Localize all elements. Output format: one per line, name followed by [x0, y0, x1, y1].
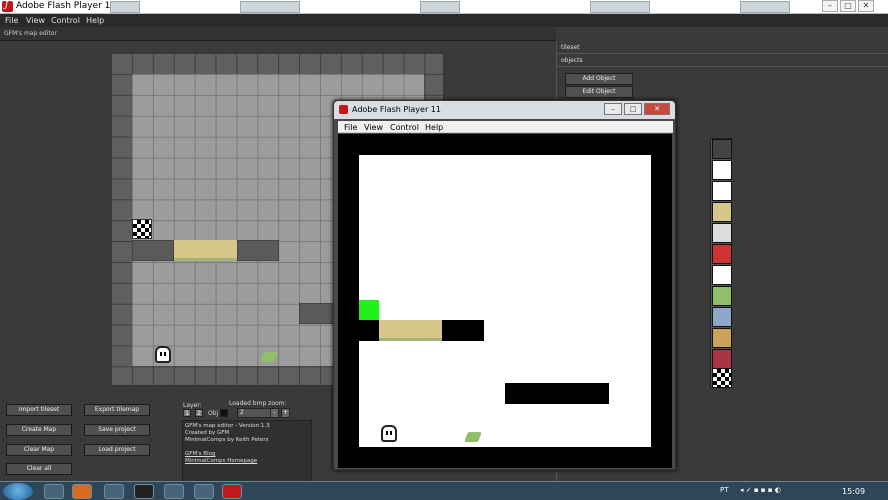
flash-player-icon — [2, 0, 13, 12]
app-header: GFM's map editor — [0, 27, 556, 41]
info-credits: MinimalComps by Keith Peters — [185, 437, 269, 443]
grass-tile[interactable] — [174, 240, 237, 261]
wall-tile[interactable] — [132, 240, 174, 261]
inner-menu-view[interactable]: View — [364, 123, 383, 132]
thumbnail-item — [590, 1, 650, 13]
palette-ghost-tile[interactable] — [712, 265, 732, 285]
inner-menu-help[interactable]: Help — [425, 123, 443, 132]
ghost-sprite — [381, 425, 397, 442]
explorer-icon[interactable] — [44, 484, 64, 499]
divider — [557, 66, 888, 67]
info-spacer — [185, 444, 309, 451]
close-button[interactable]: ✕ — [858, 0, 874, 12]
layer-label: Layer: — [183, 402, 202, 409]
palette-checker-tile[interactable] — [712, 368, 732, 388]
tray-icons[interactable]: ◂ ✓ ▪ ▪ ▪ ◐ — [740, 486, 781, 494]
zoom-plus-button[interactable]: + — [281, 408, 290, 418]
minimalcomps-link[interactable]: MinimalComps Homepage — [185, 458, 309, 465]
language-indicator[interactable]: PT — [720, 486, 729, 494]
inner-maximize-button[interactable]: □ — [624, 103, 642, 115]
thumbnail-item — [240, 1, 300, 13]
menu-view[interactable]: View — [26, 16, 45, 25]
player-block — [359, 300, 379, 320]
inner-close-button[interactable]: ✕ — [644, 103, 670, 115]
thumbnail-item — [110, 1, 140, 13]
palette-red-tile[interactable] — [712, 244, 732, 264]
gfm-blog-link[interactable]: GFM's Blog — [185, 451, 309, 458]
palette-object-tile[interactable] — [712, 349, 732, 369]
clear-map-button[interactable]: Clear Map — [6, 444, 72, 456]
game-preview-window: Adobe Flash Player 11 – □ ✕ File View Co… — [333, 100, 676, 470]
zoom-label: Loaded bmp zoom: — [229, 400, 287, 407]
minimize-button[interactable]: – — [822, 0, 838, 12]
thumbnail-item — [740, 1, 790, 13]
app-icon[interactable] — [194, 484, 214, 499]
taskbar: PT ◂ ✓ ▪ ▪ ▪ ◐ 15:09 — [0, 481, 888, 500]
layer-obj-checkbox[interactable] — [220, 409, 228, 417]
clock[interactable]: 15:09 — [842, 487, 865, 496]
wall-block — [505, 383, 609, 404]
tile-palette — [710, 138, 732, 388]
clear-all-button[interactable]: Clear all — [6, 463, 72, 475]
export-tilemap-button[interactable]: Export tilemap — [84, 404, 150, 416]
layer-2-checkbox[interactable]: 2 — [195, 409, 203, 417]
palette-empty-tile[interactable] — [712, 139, 732, 159]
save-project-button[interactable]: Save project — [84, 424, 150, 436]
flash-taskbar-icon[interactable] — [222, 484, 242, 499]
palette-object-tile[interactable] — [712, 328, 732, 348]
outer-menubar: File View Control Help — [0, 14, 888, 27]
inner-menu-file[interactable]: File — [344, 123, 357, 132]
app-icon[interactable] — [134, 484, 154, 499]
edit-object-button[interactable]: Edit Object — [565, 86, 633, 98]
start-button[interactable] — [3, 483, 33, 500]
wall-tile[interactable] — [237, 240, 279, 261]
objects-label: objects — [561, 57, 583, 64]
palette-spikes-tile[interactable] — [712, 223, 732, 243]
gimp-icon[interactable] — [164, 484, 184, 499]
load-project-button[interactable]: Load project — [84, 444, 150, 456]
info-author: Created by GFM — [185, 430, 230, 436]
menu-file[interactable]: File — [5, 16, 18, 25]
inner-minimize-button[interactable]: – — [604, 103, 622, 115]
checkpoint-tile[interactable] — [132, 219, 152, 239]
app-icon[interactable] — [104, 484, 124, 499]
maximize-button[interactable]: □ — [840, 0, 856, 12]
grass-block — [379, 320, 442, 341]
palette-cross-tile[interactable] — [712, 181, 732, 201]
palette-object-tile[interactable] — [712, 307, 732, 327]
app-title: GFM's map editor — [4, 30, 57, 37]
wall-block — [359, 320, 379, 341]
layer-1-checkbox[interactable]: 1 — [183, 409, 191, 417]
inner-window-title: Adobe Flash Player 11 — [352, 105, 441, 114]
menu-control[interactable]: Control — [51, 16, 80, 25]
inner-menubar: File View Control Help — [338, 121, 673, 133]
palette-arrow-tile[interactable] — [712, 160, 732, 180]
create-map-button[interactable]: Create Map — [6, 424, 72, 436]
game-canvas[interactable] — [338, 134, 672, 468]
ghost-sprite[interactable] — [155, 346, 171, 363]
menu-help[interactable]: Help — [86, 16, 104, 25]
firefox-icon[interactable] — [72, 484, 92, 499]
import-tileset-button[interactable]: Import tileset — [6, 404, 72, 416]
outer-titlebar: Adobe Flash Player 11 – □ ✕ — [0, 0, 888, 14]
palette-grass-tile[interactable] — [712, 202, 732, 222]
info-panel: GFM's map editor - Version 1.3 Created b… — [182, 420, 312, 482]
divider — [557, 53, 888, 54]
wall-block — [442, 320, 484, 341]
inner-menu-control[interactable]: Control — [390, 123, 419, 132]
thumbnail-item — [420, 1, 460, 13]
inner-titlebar[interactable]: Adobe Flash Player 11 – □ ✕ — [334, 101, 675, 119]
zoom-minus-button[interactable]: - — [270, 408, 279, 418]
palette-sprout-tile[interactable] — [712, 286, 732, 306]
tileset-label: tileset — [561, 44, 580, 51]
background-thumbnails — [90, 1, 810, 13]
flash-player-icon — [339, 105, 348, 114]
layer-obj-label: Obj — [208, 410, 219, 417]
add-object-button[interactable]: Add Object — [565, 73, 633, 85]
info-version: GFM's map editor - Version 1.3 — [185, 423, 270, 429]
